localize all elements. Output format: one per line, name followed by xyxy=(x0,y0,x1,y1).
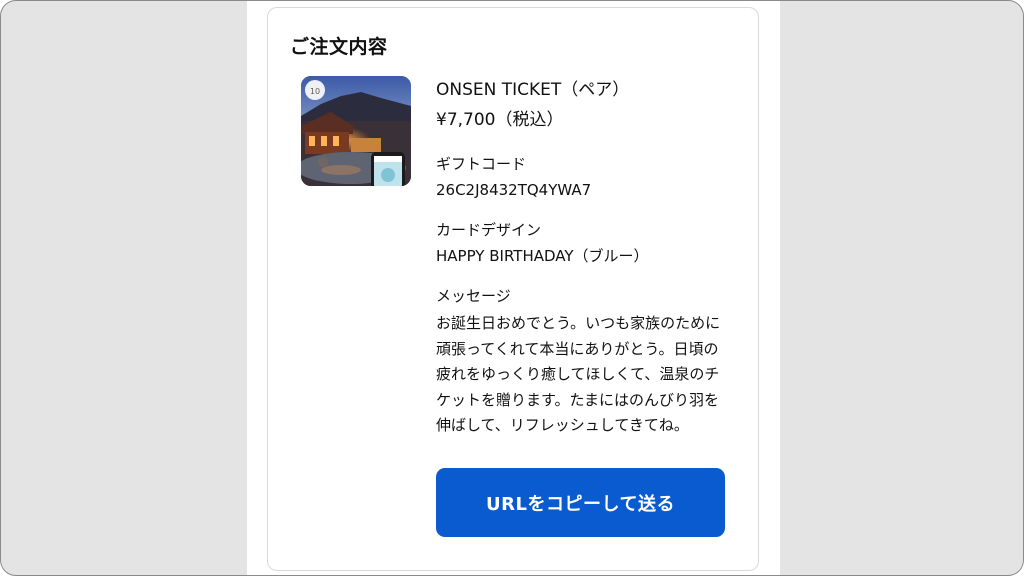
message-section: メッセージ お誕生日おめでとう。いつも家族のために頑張ってくれて本当にありがとう… xyxy=(436,286,728,439)
order-details: ONSEN TICKET（ペア） ¥7,700（税込） ギフトコード 26C2J… xyxy=(436,78,728,439)
gift-code-value: 26C2J8432TQ4YWA7 xyxy=(436,181,592,199)
screen-frame: ご注文内容 10 ONSEN TICKET（ペア） ¥7,700（税込） ギフト… xyxy=(0,0,1024,576)
message-label: メッセージ xyxy=(436,287,511,305)
gift-code-section: ギフトコード 26C2J8432TQ4YWA7 xyxy=(436,154,728,201)
copy-url-button[interactable]: URLをコピーして送る xyxy=(436,468,725,537)
order-summary-card: ご注文内容 10 ONSEN TICKET（ペア） ¥7,700（税込） ギフト… xyxy=(267,7,759,571)
product-price: ¥7,700（税込） xyxy=(436,110,564,130)
order-summary-title: ご注文内容 xyxy=(290,36,388,58)
card-design-value: HAPPY BIRTHADAY（ブルー） xyxy=(436,247,649,265)
message-text: お誕生日おめでとう。いつも家族のために頑張ってくれて本当にありがとう。日頃の疲れ… xyxy=(436,314,721,434)
card-design-section: カードデザイン HAPPY BIRTHADAY（ブルー） xyxy=(436,220,728,267)
product-image: 10 xyxy=(301,76,411,186)
svg-text:10: 10 xyxy=(310,87,320,96)
card-design-label: カードデザイン xyxy=(436,221,542,239)
gift-code-label: ギフトコード xyxy=(436,155,527,173)
product-name: ONSEN TICKET（ペア） xyxy=(436,80,630,100)
